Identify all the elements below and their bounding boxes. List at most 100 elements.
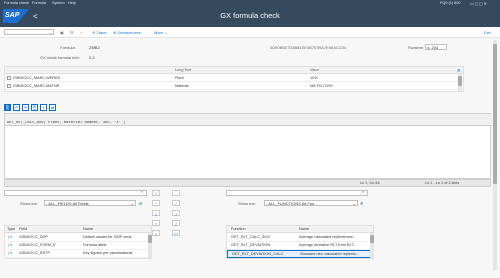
pretty-print-icon[interactable]: ⎘ (4, 104, 11, 111)
params-scrollbar[interactable] (458, 74, 462, 91)
toolbar: ⌄ ▣ ⊟ ✓ ↯ Trace ⋔ Decision tree More ⌄ E… (0, 27, 500, 38)
table-row[interactable]: /GBIDOCC_MARC.MATNR Material MA.FG.CV90 (5, 83, 463, 90)
session-info: FQ0 (1) 800 (440, 1, 461, 5)
result-value: 2,2 (89, 55, 95, 60)
fields-filter-select[interactable]: ..ALL_FIELDS All Fields ⌄ (44, 200, 136, 206)
title-bar: SAP < GX formula check (0, 6, 500, 27)
field-type-icon: ƒx (8, 251, 13, 255)
search-icon[interactable]: ⌕ (141, 190, 143, 194)
functions-filter-select[interactable]: ..ALL_FUNCTIONS All Fun... ⌄ (264, 200, 358, 206)
param-long-text: Material (175, 84, 189, 88)
menu-system[interactable]: System (52, 1, 65, 5)
formula-editor[interactable]: GET_RLT_CALC_AVG( Plant, Material Number… (4, 113, 492, 179)
operator-multiply-button[interactable]: * (152, 200, 160, 206)
trace-button[interactable]: ↯ Trace (92, 30, 106, 35)
functions-show-label: Show me: (238, 201, 256, 206)
save-icon[interactable]: ▣ (60, 30, 64, 35)
chevron-down-icon: ⌄ (352, 201, 356, 206)
functions-settings-icon[interactable]: ⚙ (360, 201, 363, 206)
param-long-text: Plant (175, 76, 184, 80)
page-scrollbar[interactable] (493, 40, 497, 270)
column-function: Function (231, 227, 246, 231)
functions-scrollbar[interactable] (370, 233, 374, 258)
runtime-field[interactable]: 4, 234 (425, 44, 447, 50)
fields-table-header: Type Field Name (5, 226, 151, 233)
field-description: Default values for GMP versi... (83, 235, 135, 239)
param-name: /GBIDOCC_MARC.WERKS (13, 76, 61, 80)
parameters-table: Long Text Value ⚙ /GBIDOCC_MARC.WERKS Pl… (4, 66, 464, 92)
table-row[interactable]: /GBIDOCC_MARC.WERKS Plant 1010 (5, 75, 463, 82)
command-field[interactable]: ⌄ (4, 29, 54, 35)
table-header: Long Text Value ⚙ (5, 67, 463, 74)
operator-divide-button[interactable]: / (172, 200, 180, 206)
functions-table-header: Function Name (227, 226, 373, 233)
formula-guid: 0D90B6E7D3B81EE4B7E39A7E9A9CC04 (270, 45, 347, 50)
function-name: GET_RLT_CALC_AVG (231, 235, 270, 239)
table-row[interactable]: GET_RLT_DEVIATION Average deviation RLT … (227, 242, 373, 250)
screen-title: GX formula check (220, 11, 280, 20)
trace-icon: ↯ (92, 30, 96, 35)
field-type-icon: ƒx (8, 243, 13, 247)
menu-help[interactable]: Help (68, 1, 76, 5)
row-checkbox[interactable] (7, 84, 11, 88)
function-description: Standard dev. calculated replenis... (300, 252, 360, 256)
copy-icon[interactable]: ⎗ (31, 104, 38, 111)
operator-close-paren-button[interactable]: ) (172, 210, 180, 216)
functions-table: Function Name GET_RLT_CALC_AVG Average c… (226, 225, 374, 259)
operator-open-paren-button[interactable]: ( (152, 210, 160, 216)
table-row[interactable]: ƒx /GBIDOCC_RSTP Key figures per plant/m… (5, 250, 151, 258)
table-row-selected[interactable]: GET_RLT_DEVIATION_CALC Standard dev. cal… (227, 250, 373, 258)
runtime-label: Runtime: (408, 45, 425, 50)
exit-button[interactable]: Exit (484, 30, 491, 35)
chevron-down-icon: ⌄ (48, 30, 52, 35)
operator-equals-button[interactable]: = (152, 230, 160, 236)
undo-icon[interactable]: ↶ (13, 104, 20, 111)
functions-search-input[interactable] (226, 190, 368, 196)
fields-table: Type Field Name ƒx /GBIDOCC_DDP Default … (4, 225, 152, 259)
function-name: GET_RLT_DEVIATION_CALC (232, 252, 284, 256)
function-name: GET_RLT_DEVIATION (231, 243, 271, 247)
fields-show-label: Show me: (20, 201, 38, 206)
fields-search-input[interactable] (4, 190, 147, 196)
table-row[interactable]: ƒx /GBIDOCC_DDP Default values for GMP v… (5, 234, 151, 242)
row-checkbox[interactable] (7, 76, 11, 80)
cursor-position: Ln 1, Co 54 (360, 181, 380, 185)
fields-scrollbar[interactable] (148, 233, 152, 258)
column-type: Type (7, 227, 16, 231)
history-icon[interactable]: ⊟ (70, 30, 73, 35)
operator-greater-button[interactable]: > (172, 220, 180, 226)
formula-label: Formula: (60, 45, 76, 50)
decision-tree-button[interactable]: ⋔ Decision tree (113, 30, 141, 35)
field-name: /GBIDOCC_FORM_E (19, 243, 56, 247)
function-description: Average calculated replenishme... (299, 235, 357, 239)
operator-plus-button[interactable]: + (152, 190, 160, 196)
field-type-icon: ƒx (8, 235, 13, 239)
editor-status-bar: Ln 1, Co 54 Ln 1 - Ln 1 of 1 lines (4, 179, 491, 187)
find-icon[interactable]: ⌕ (40, 104, 47, 111)
param-value: 1010 (310, 76, 319, 80)
column-value: Value (310, 68, 320, 72)
operator-not-equal-button[interactable]: <> (172, 230, 180, 236)
check-icon[interactable]: ✓ (80, 30, 83, 35)
settings-icon[interactable]: ⚙ (457, 68, 460, 73)
search-icon[interactable]: ⌕ (362, 190, 364, 194)
table-row[interactable]: ƒx /GBIDOCC_FORM_E Formula attrib. (5, 242, 151, 250)
field-name: /GBIDOCC_RSTP (19, 251, 51, 255)
formula-text[interactable]: GET_RLT_CALC_AVG( Plant, Material Number… (7, 121, 125, 125)
column-name: Name (83, 227, 94, 231)
field-description: Key figures per plant/material (83, 251, 133, 255)
menu-formula[interactable]: Formula (32, 1, 46, 5)
edit-icon[interactable]: ✎ (22, 104, 29, 111)
field-name: /GBIDOCC_DDP (19, 235, 48, 239)
chevron-down-icon: ⌄ (130, 201, 134, 206)
table-row[interactable]: GET_RLT_CALC_AVG Average calculated repl… (227, 234, 373, 242)
replace-icon[interactable]: ⇄ (49, 104, 56, 111)
operator-minus-button[interactable]: - (172, 190, 180, 196)
menu-formula-check[interactable]: Formula check (4, 1, 29, 5)
operator-less-button[interactable]: < (152, 220, 160, 226)
result-label: GX result formula text: (40, 55, 80, 60)
function-description: Average deviation RLT from RLT... (299, 243, 357, 247)
tree-icon: ⋔ (113, 30, 117, 35)
more-button[interactable]: More ⌄ (154, 30, 168, 35)
fields-settings-icon[interactable]: ⚙ (139, 201, 142, 206)
